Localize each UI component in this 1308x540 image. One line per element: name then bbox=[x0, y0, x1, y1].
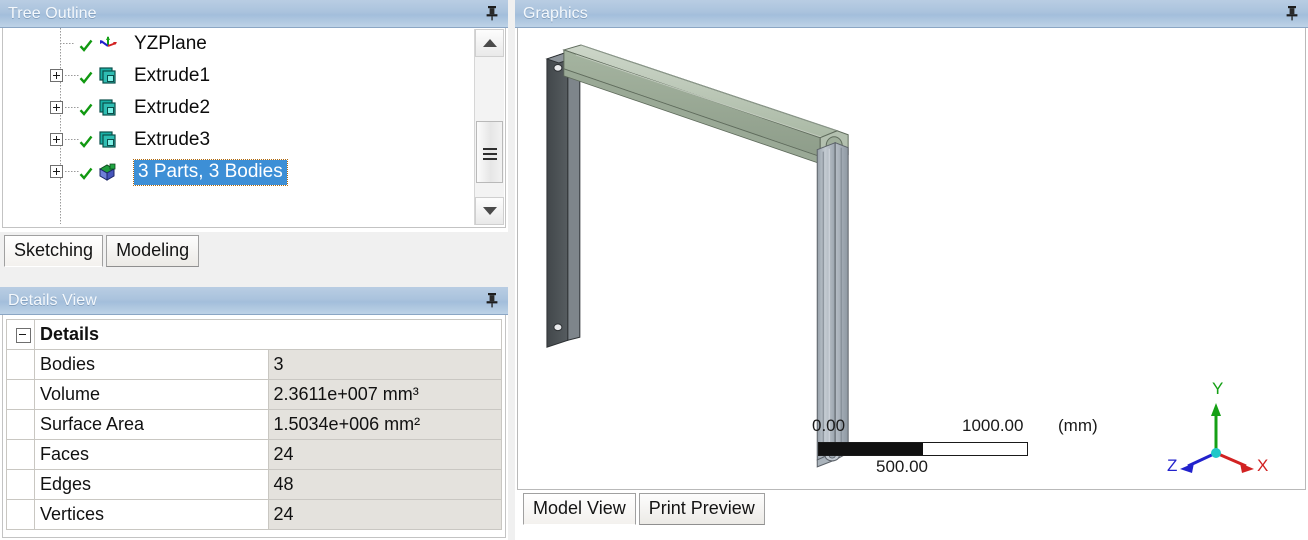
detail-key: Surface Area bbox=[34, 409, 269, 440]
plane-triad-icon bbox=[98, 34, 118, 54]
table-row[interactable]: Volume 2.3611e+007 mm³ bbox=[6, 379, 502, 410]
scroll-up-arrow-icon[interactable] bbox=[475, 29, 504, 57]
graphics-viewport[interactable]: 0.00 1000.00 (mm) 500.00 Y X Z bbox=[517, 28, 1306, 490]
scale-bar: 0.00 1000.00 (mm) 500.00 bbox=[798, 416, 1098, 476]
tree-outline-body[interactable]: YZPlane Extrude1 Extrude2 Extrude3 3 Par… bbox=[2, 28, 506, 228]
expand-plus-icon[interactable] bbox=[50, 101, 63, 114]
tree-item-extrude2[interactable]: Extrude2 bbox=[3, 92, 471, 124]
application-window: Tree Outline YZPlane Extrude1 Extrude2 E… bbox=[0, 0, 1308, 540]
scale-min-label: 0.00 bbox=[812, 416, 846, 435]
scale-max-label: 1000.00 bbox=[962, 416, 1024, 435]
scale-unit-label: (mm) bbox=[1058, 416, 1098, 435]
parts-bodies-icon bbox=[98, 162, 118, 182]
triad-y-label: Y bbox=[1212, 379, 1224, 398]
tree-item-label: YZPlane bbox=[134, 33, 207, 54]
tree-connector-line bbox=[65, 139, 79, 140]
tree-items-list: YZPlane Extrude1 Extrude2 Extrude3 3 Par… bbox=[3, 28, 471, 224]
tree-item-extrude1[interactable]: Extrude1 bbox=[3, 60, 471, 92]
tree-item-label: Extrude3 bbox=[134, 129, 211, 150]
tree-item-label: Extrude1 bbox=[134, 65, 211, 86]
detail-value[interactable]: 1.5034e+006 mm² bbox=[267, 409, 502, 440]
details-group-label: Details bbox=[34, 319, 502, 350]
scale-bar-graphic bbox=[818, 442, 1028, 456]
tree-item-label: 3 Parts, 3 Bodies bbox=[133, 158, 288, 186]
tree-connector-line bbox=[60, 43, 74, 44]
tree-item-label: Extrude2 bbox=[134, 97, 211, 118]
scale-mid-label: 500.00 bbox=[876, 457, 928, 476]
details-group-row[interactable]: Details bbox=[6, 319, 502, 350]
pushpin-icon[interactable] bbox=[1283, 4, 1301, 22]
detail-value[interactable]: 2.3611e+007 mm³ bbox=[267, 379, 502, 410]
green-check-icon bbox=[79, 165, 93, 180]
detail-value[interactable]: 24 bbox=[267, 499, 502, 530]
graphics-title: Graphics bbox=[523, 4, 588, 22]
expand-plus-icon[interactable] bbox=[50, 165, 63, 178]
left-column-body bbox=[545, 51, 582, 348]
row-indent bbox=[6, 439, 35, 470]
expand-plus-icon[interactable] bbox=[50, 69, 63, 82]
top-beam-body bbox=[562, 44, 849, 165]
graphics-panel: Graphics 0.00 1000.00 (mm) 500.00 Y X Z … bbox=[515, 0, 1308, 540]
row-indent bbox=[6, 349, 35, 380]
extrude-body-icon bbox=[98, 130, 118, 150]
detail-value[interactable]: 48 bbox=[267, 469, 502, 500]
extrude-body-icon bbox=[98, 98, 118, 118]
details-view-body[interactable]: Details Bodies 3 Volume 2.3611e+007 mm³ … bbox=[2, 315, 506, 538]
tree-outline-title-bar: Tree Outline bbox=[0, 0, 508, 28]
graphics-tab-strip: Model View Print Preview bbox=[523, 493, 765, 525]
tree-item-extrude3[interactable]: Extrude3 bbox=[3, 124, 471, 156]
expand-plus-icon[interactable] bbox=[50, 133, 63, 146]
triad-x-label: X bbox=[1257, 456, 1269, 475]
green-check-icon bbox=[79, 133, 93, 148]
table-row[interactable]: Faces 24 bbox=[6, 439, 502, 470]
tab-model-view[interactable]: Model View bbox=[523, 493, 636, 525]
detail-key: Vertices bbox=[34, 499, 269, 530]
tab-modeling[interactable]: Modeling bbox=[106, 235, 200, 267]
detail-value[interactable]: 24 bbox=[267, 439, 502, 470]
tree-connector-line bbox=[65, 75, 79, 76]
pushpin-icon[interactable] bbox=[483, 4, 501, 22]
detail-key: Volume bbox=[34, 379, 269, 410]
pushpin-icon[interactable] bbox=[483, 291, 501, 309]
tree-connector-line bbox=[65, 107, 79, 108]
graphics-title-bar: Graphics bbox=[515, 0, 1308, 28]
details-view-title: Details View bbox=[8, 291, 97, 309]
table-row[interactable]: Vertices 24 bbox=[6, 499, 502, 530]
tree-connector-line bbox=[65, 171, 79, 172]
detail-key: Bodies bbox=[34, 349, 269, 380]
tab-sketching[interactable]: Sketching bbox=[4, 235, 104, 267]
details-view-title-bar: Details View bbox=[0, 287, 508, 315]
table-row[interactable]: Surface Area 1.5034e+006 mm² bbox=[6, 409, 502, 440]
tab-print-preview[interactable]: Print Preview bbox=[638, 493, 765, 525]
row-indent bbox=[6, 379, 35, 410]
triad-z-label: Z bbox=[1167, 456, 1178, 475]
detail-value[interactable]: 3 bbox=[267, 349, 502, 380]
tree-outline-title: Tree Outline bbox=[8, 4, 97, 22]
axis-triad[interactable]: Y X Z bbox=[1158, 379, 1278, 489]
table-row[interactable]: Bodies 3 bbox=[6, 349, 502, 380]
tree-tab-strip: Sketching Modeling bbox=[4, 235, 200, 267]
extrude-body-icon bbox=[98, 66, 118, 86]
green-check-icon bbox=[79, 101, 93, 116]
details-table: Details Bodies 3 Volume 2.3611e+007 mm³ … bbox=[6, 319, 502, 530]
detail-key: Edges bbox=[34, 469, 269, 500]
row-indent bbox=[6, 499, 35, 530]
row-indent bbox=[6, 409, 35, 440]
scroll-thumb-grip-icon[interactable] bbox=[476, 121, 503, 183]
detail-key: Faces bbox=[34, 439, 269, 470]
green-check-icon bbox=[79, 69, 93, 84]
row-indent bbox=[6, 469, 35, 500]
table-row[interactable]: Edges 48 bbox=[6, 469, 502, 500]
tree-outline-panel: Tree Outline YZPlane Extrude1 Extrude2 E… bbox=[0, 0, 508, 267]
details-view-panel: Details View Details Bodies 3 Volume 2.3… bbox=[0, 287, 508, 540]
tree-item-yzplane[interactable]: YZPlane bbox=[3, 28, 471, 60]
tree-vertical-scrollbar[interactable] bbox=[474, 29, 504, 225]
green-check-icon bbox=[79, 37, 93, 52]
scroll-down-arrow-icon[interactable] bbox=[475, 197, 504, 225]
tree-item-parts-bodies[interactable]: 3 Parts, 3 Bodies bbox=[3, 156, 471, 188]
collapse-minus-icon[interactable] bbox=[6, 319, 35, 350]
